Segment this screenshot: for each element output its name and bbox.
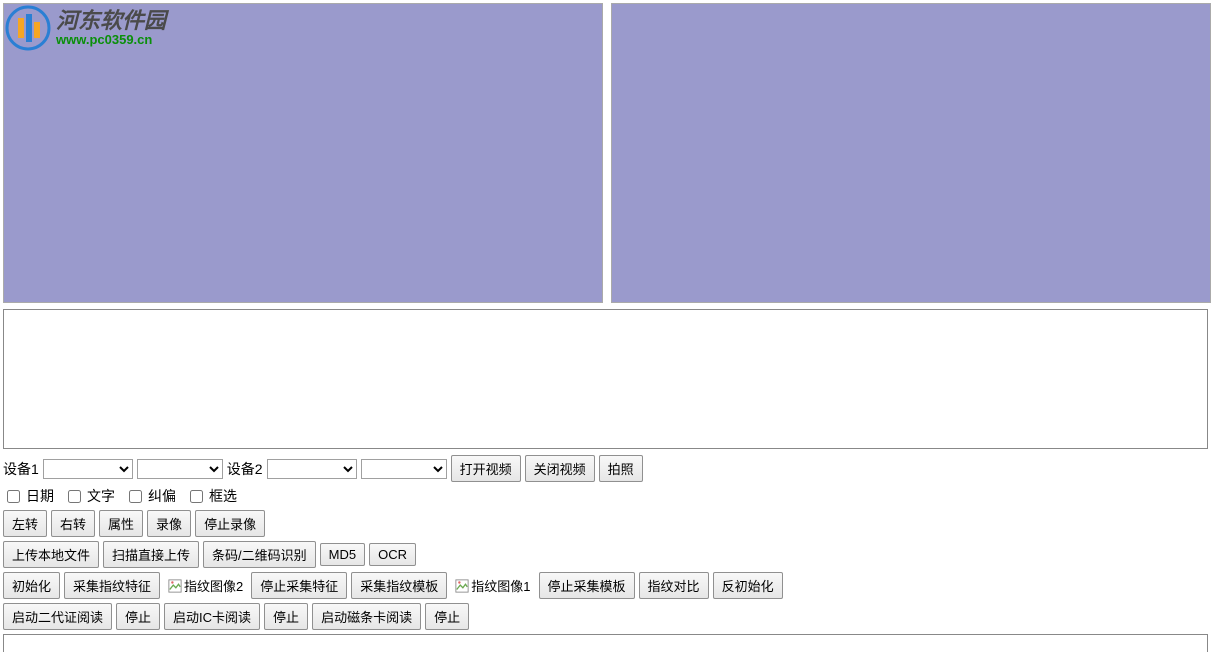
site-logo-icon (4, 4, 52, 52)
device1-res-select[interactable] (137, 459, 223, 479)
mag-card-read-button[interactable]: 启动磁条卡阅读 (312, 603, 421, 630)
rotate-right-button[interactable]: 右转 (51, 510, 95, 537)
rotate-row: 左转 右转 属性 录像 停止录像 (3, 510, 1212, 537)
close-video-button[interactable]: 关闭视频 (525, 455, 595, 482)
text-checkbox[interactable] (68, 490, 81, 503)
ic-card-read-button[interactable]: 启动IC卡阅读 (164, 603, 260, 630)
rotate-left-button[interactable]: 左转 (3, 510, 47, 537)
video-preview-row: 河东软件园 www.pc0359.cn (3, 3, 1212, 303)
open-video-button[interactable]: 打开视频 (451, 455, 521, 482)
text-checkbox-label: 文字 (87, 486, 115, 506)
watermark: 河东软件园 www.pc0359.cn (4, 4, 166, 52)
deskew-checkbox[interactable] (129, 490, 142, 503)
ic-card-stop-button[interactable]: 停止 (264, 603, 308, 630)
scan-upload-button[interactable]: 扫描直接上传 (103, 541, 199, 568)
stop-record-button[interactable]: 停止录像 (195, 510, 265, 537)
fingerprint-row: 初始化 采集指纹特征 指纹图像2 停止采集特征 采集指纹模板 指纹图像1 停止采… (3, 572, 1212, 599)
fp-image-1-alt: 指纹图像1 (471, 576, 530, 595)
fp-compare-button[interactable]: 指纹对比 (639, 572, 709, 599)
device2-label: 设备2 (227, 459, 263, 479)
card-reader-row: 启动二代证阅读 停止 启动IC卡阅读 停止 启动磁条卡阅读 停止 (3, 603, 1212, 630)
deskew-checkbox-label: 纠偏 (148, 486, 176, 506)
broken-image-icon (455, 579, 469, 593)
fp-collect-feature-button[interactable]: 采集指纹特征 (64, 572, 160, 599)
date-checkbox[interactable] (7, 490, 20, 503)
upload-row: 上传本地文件 扫描直接上传 条码/二维码识别 MD5 OCR (3, 541, 1212, 568)
video-panel-1: 河东软件园 www.pc0359.cn (3, 3, 603, 303)
log-output-panel (3, 309, 1208, 449)
fp-image-1-placeholder: 指纹图像1 (451, 576, 534, 595)
fp-deinit-button[interactable]: 反初始化 (713, 572, 783, 599)
barcode-button[interactable]: 条码/二维码识别 (203, 541, 316, 568)
mag-card-stop-button[interactable]: 停止 (425, 603, 469, 630)
date-checkbox-label: 日期 (26, 486, 54, 506)
record-button[interactable]: 录像 (147, 510, 191, 537)
select-checkbox-label: 框选 (209, 486, 237, 506)
device1-select[interactable] (43, 459, 133, 479)
ocr-button[interactable]: OCR (369, 543, 416, 566)
md5-button[interactable]: MD5 (320, 543, 365, 566)
select-checkbox[interactable] (190, 490, 203, 503)
capture-button[interactable]: 拍照 (599, 455, 643, 482)
fp-stop-feature-button[interactable]: 停止采集特征 (251, 572, 347, 599)
broken-image-icon (168, 579, 182, 593)
upload-local-button[interactable]: 上传本地文件 (3, 541, 99, 568)
bottom-output-panel (3, 634, 1208, 652)
id-card-read-button[interactable]: 启动二代证阅读 (3, 603, 112, 630)
fp-collect-template-button[interactable]: 采集指纹模板 (351, 572, 447, 599)
fp-stop-template-button[interactable]: 停止采集模板 (539, 572, 635, 599)
watermark-title: 河东软件园 (56, 9, 166, 33)
checkbox-row: 日期 文字 纠偏 框选 (3, 486, 1212, 506)
device1-label: 设备1 (3, 459, 39, 479)
id-card-stop-button[interactable]: 停止 (116, 603, 160, 630)
fp-init-button[interactable]: 初始化 (3, 572, 60, 599)
attributes-button[interactable]: 属性 (99, 510, 143, 537)
device2-select[interactable] (267, 459, 357, 479)
watermark-url: www.pc0359.cn (56, 33, 166, 47)
fp-image-2-placeholder: 指纹图像2 (164, 576, 247, 595)
device2-res-select[interactable] (361, 459, 447, 479)
video-panel-2 (611, 3, 1211, 303)
fp-image-2-alt: 指纹图像2 (184, 576, 243, 595)
device-control-row: 设备1 设备2 打开视频 关闭视频 拍照 (3, 455, 1212, 482)
